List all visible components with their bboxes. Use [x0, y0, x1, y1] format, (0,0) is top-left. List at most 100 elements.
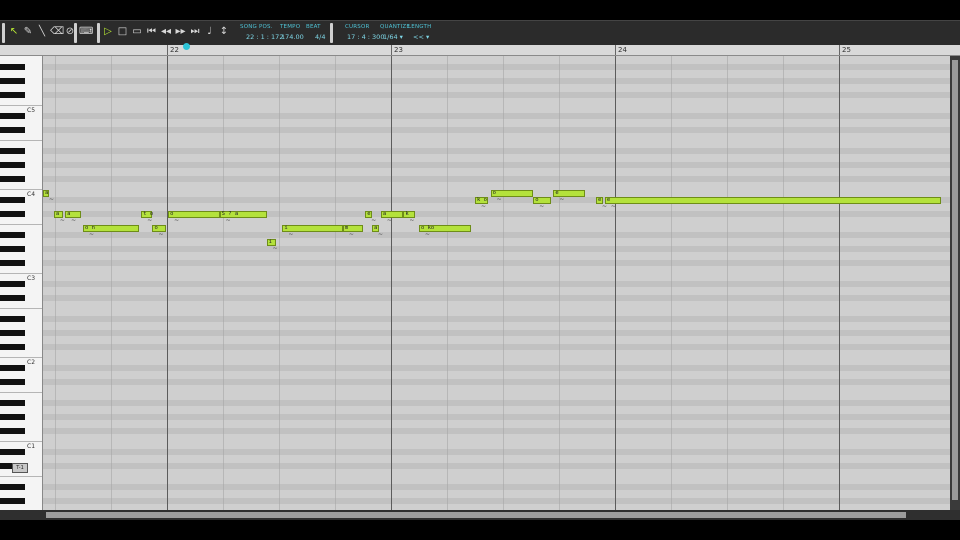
rewind-start-icon[interactable]: ⏮: [146, 25, 158, 39]
grid-row-black: [43, 246, 950, 252]
black-key[interactable]: [0, 197, 25, 203]
black-key[interactable]: [0, 365, 25, 371]
pitch-curve-icon: ~: [272, 245, 278, 252]
white-key-divider: [0, 308, 42, 309]
quantize-label: QUANTIZE: [380, 24, 411, 30]
pitch-line-icon[interactable]: ↕: [218, 25, 230, 39]
pencil-tool-icon[interactable]: ✎: [22, 25, 34, 39]
quantize-select[interactable]: 1/64 ▾: [383, 33, 403, 41]
ruler-bar-tick: [167, 45, 168, 55]
black-key[interactable]: [0, 484, 25, 490]
grid-row-black: [43, 113, 950, 119]
toolbar-separator: [330, 23, 333, 43]
pitch-curve-icon: ~: [49, 196, 55, 203]
note-lyric: a: [373, 225, 378, 231]
tempo-value[interactable]: 174.00: [281, 33, 304, 41]
horizontal-scrollbar[interactable]: [0, 510, 960, 520]
loop-icon[interactable]: ▭: [131, 25, 143, 39]
note-lyric: o: [535, 197, 539, 203]
grid-row-black: [43, 379, 950, 385]
white-key-divider: [0, 476, 42, 477]
playhead-marker[interactable]: [183, 43, 190, 50]
line-tool-icon[interactable]: ╲: [36, 25, 48, 39]
eraser-tool-icon[interactable]: ⌫: [50, 25, 64, 39]
black-key[interactable]: [0, 295, 25, 301]
black-key[interactable]: [0, 211, 25, 217]
black-key[interactable]: [0, 344, 25, 350]
note-lyric: a: [55, 211, 60, 217]
window-top-edge: [0, 0, 960, 20]
octave-label-c4: C4: [27, 191, 36, 198]
bar-line: [391, 56, 392, 510]
length-label: LENGTH: [408, 24, 432, 30]
note-lyric: a: [382, 211, 387, 217]
black-key[interactable]: [0, 400, 25, 406]
mute-tool-icon[interactable]: ⊘: [64, 25, 76, 39]
black-key[interactable]: [0, 127, 25, 133]
length-select[interactable]: << ▾: [413, 33, 429, 41]
metronome-icon[interactable]: ♩: [204, 25, 216, 39]
forward-icon[interactable]: ▸▸: [175, 25, 187, 39]
black-key[interactable]: [0, 113, 25, 119]
note-block[interactable]: e: [553, 190, 585, 197]
note-grid[interactable]: a ~ a ~ a ~ o n ~ t o ~ o ~ o ~ S ? a ~ i ~ i ~ m ~ e ~ a ~ a ~ k ~ o …: [43, 56, 950, 510]
white-key-divider: [0, 224, 42, 225]
grid-row-black: [43, 414, 950, 420]
pitch-curve-icon: ~: [386, 217, 392, 224]
black-key[interactable]: [0, 78, 25, 84]
black-key[interactable]: [0, 330, 25, 336]
note-block[interactable]: e: [604, 197, 941, 204]
tempo-label: TEMPO: [280, 24, 301, 30]
measure-ruler[interactable]: 22 23 24 25: [0, 45, 960, 56]
black-key[interactable]: [0, 148, 25, 154]
black-key[interactable]: [0, 232, 25, 238]
black-key[interactable]: [0, 498, 25, 504]
black-key[interactable]: [0, 260, 25, 266]
grid-row-black: [43, 365, 950, 371]
black-key[interactable]: [0, 246, 25, 252]
song-pos-value[interactable]: 22 : 1 : 172: [246, 33, 283, 41]
toolbar-grip[interactable]: [2, 23, 5, 43]
white-key-divider: [0, 105, 42, 106]
keyboard-icon[interactable]: ⌨: [79, 25, 93, 39]
octave-label-c2: C2: [27, 359, 36, 366]
pitch-curve-icon: ~: [225, 217, 231, 224]
note-block[interactable]: a: [380, 211, 404, 218]
piano-keyboard[interactable]: C5 C4 C3 C2 C1: [0, 56, 43, 510]
black-key[interactable]: [0, 281, 25, 287]
black-key[interactable]: [0, 162, 25, 168]
grid-row-black: [43, 463, 950, 469]
white-key-divider: [0, 441, 42, 442]
black-key[interactable]: [0, 379, 25, 385]
white-key-divider: [0, 357, 42, 358]
grid-row-black: [43, 176, 950, 182]
cursor-label: CURSOR: [345, 24, 370, 30]
grid-row-black: [43, 92, 950, 98]
ruler-bar-number: 24: [618, 46, 627, 54]
arrow-select-tool-icon[interactable]: ↖: [8, 25, 20, 39]
black-key[interactable]: [0, 449, 25, 455]
play-icon[interactable]: ▷: [102, 25, 114, 39]
black-key[interactable]: [0, 428, 25, 434]
black-key[interactable]: [0, 316, 25, 322]
note-lyric: e: [555, 190, 559, 196]
black-key[interactable]: [0, 414, 25, 420]
rewind-icon[interactable]: ◂◂: [160, 25, 172, 39]
pitch-curve-icon: ~: [71, 217, 77, 224]
bar-line: [839, 56, 840, 510]
track-badge[interactable]: T-1: [12, 463, 28, 473]
pitch-curve-icon: ~: [425, 231, 431, 238]
forward-end-icon[interactable]: ⏭: [189, 25, 201, 39]
vertical-scroll-thumb[interactable]: [952, 60, 958, 500]
horizontal-scroll-thumb[interactable]: [46, 512, 906, 518]
black-key[interactable]: [0, 176, 25, 182]
black-key[interactable]: [0, 92, 25, 98]
black-key[interactable]: [0, 64, 25, 70]
toolbar: ⌨ SONG POS. 22 : 1 : 172 TEMPO 174.00 BE…: [0, 20, 960, 46]
stop-icon[interactable]: □: [117, 25, 129, 39]
beat-value[interactable]: 4/4: [315, 33, 325, 41]
vertical-scrollbar[interactable]: [950, 56, 960, 510]
grid-row-black: [43, 295, 950, 301]
pitch-curve-icon: ~: [348, 231, 354, 238]
white-key-divider: [0, 273, 42, 274]
